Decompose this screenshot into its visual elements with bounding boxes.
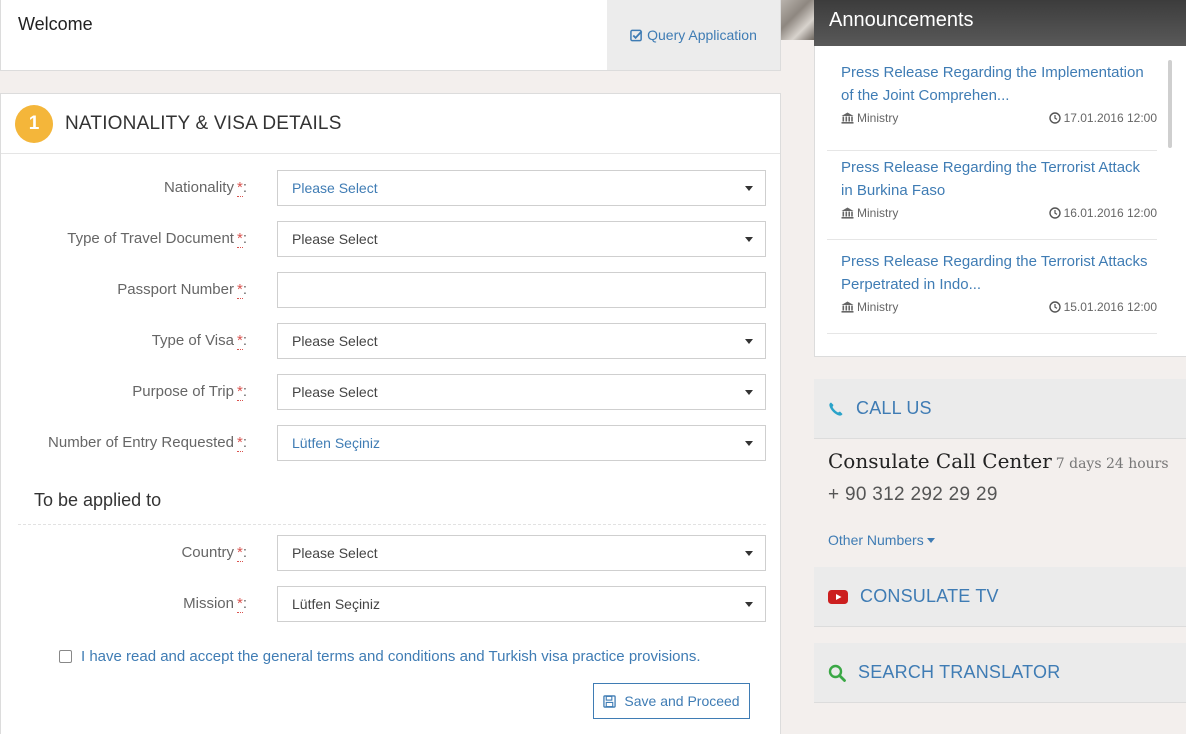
entry-count-row: Number of Entry Requested *: Lütfen Seçin… (1, 425, 782, 461)
announcement-date: 17.01.2016 12:00 (1048, 111, 1157, 125)
visa-type-row: Type of Visa *: Please Select (1, 323, 782, 359)
consulate-tv-tab[interactable]: CONSULATE TV (814, 567, 1186, 627)
phone-icon (829, 402, 843, 416)
other-numbers-link[interactable]: Other Numbers (828, 532, 935, 548)
clock-icon (1048, 112, 1061, 124)
call-center-info: Consulate Call Center 7 days 24 hours (828, 449, 1169, 473)
save-and-proceed-button[interactable]: Save and Proceed (593, 683, 750, 719)
announcement-source: Ministry (841, 300, 898, 314)
mission-label: Mission *: (183, 595, 247, 613)
chevron-down-icon (745, 390, 753, 395)
announcement-item: Press Release Regarding the Implementati… (827, 61, 1157, 151)
visa-type-select[interactable]: Please Select (277, 323, 766, 359)
save-button-label: Save and Proceed (624, 693, 740, 709)
announcements-header: Announcements (814, 0, 1186, 46)
divider (18, 524, 766, 525)
announcement-link[interactable]: Press Release Regarding the Terrorist At… (827, 250, 1157, 296)
mission-row: Mission *: Lütfen Seçiniz (1, 586, 782, 622)
terms-row: I have read and accept the general terms… (59, 648, 701, 665)
nationality-label: Nationality *: (163, 179, 247, 197)
announcements-title: Announcements (829, 9, 974, 31)
entry-count-label: Number of Entry Requested *: (48, 434, 247, 452)
check-square-icon (630, 29, 643, 41)
announcement-source: Ministry (841, 111, 898, 125)
chevron-down-icon (745, 551, 753, 556)
section-title: NATIONALITY & VISA DETAILS (65, 113, 342, 134)
scrollbar[interactable] (1168, 60, 1172, 148)
passport-number-input[interactable] (277, 272, 766, 308)
search-icon (828, 664, 846, 682)
applied-to-heading: To be applied to (34, 490, 162, 510)
visa-type-label: Type of Visa *: (151, 332, 247, 350)
search-translator-label: SEARCH TRANSLATOR (858, 662, 1061, 682)
nationality-select[interactable]: Please Select (277, 170, 766, 206)
banner-image (781, 0, 814, 40)
trip-purpose-select[interactable]: Please Select (277, 374, 766, 410)
announcement-item: Press Release Regarding the Terrorist At… (827, 250, 1157, 334)
nationality-visa-panel: 1 NATIONALITY & VISA DETAILS Nationality… (0, 93, 781, 734)
phone-number: + 90 312 292 29 29 (828, 484, 998, 505)
chevron-down-icon (745, 186, 753, 191)
announcement-link[interactable]: Press Release Regarding the Implementati… (827, 61, 1157, 107)
travel-document-row: Type of Travel Document *: Please Select (1, 221, 782, 257)
chevron-down-icon (745, 602, 753, 607)
entry-count-select[interactable]: Lütfen Seçiniz (277, 425, 766, 461)
announcement-link[interactable]: Press Release Regarding the Terrorist At… (827, 156, 1157, 202)
trip-purpose-label: Purpose of Trip *: (132, 383, 247, 401)
consulate-tv-label: CONSULATE TV (860, 586, 999, 606)
travel-document-select[interactable]: Please Select (277, 221, 766, 257)
passport-number-row: Passport Number *: (1, 272, 782, 308)
step-badge: 1 (15, 105, 53, 143)
trip-purpose-row: Purpose of Trip *: Please Select (1, 374, 782, 410)
clock-icon (1048, 301, 1061, 313)
chevron-down-icon (745, 237, 753, 242)
announcement-date: 16.01.2016 12:00 (1048, 206, 1157, 220)
clock-icon (1048, 207, 1061, 219)
country-select[interactable]: Please Select (277, 535, 766, 571)
announcement-source: Ministry (841, 206, 898, 220)
nationality-row: Nationality *: Please Select (1, 170, 782, 206)
panel-header: 1 NATIONALITY & VISA DETAILS (1, 94, 780, 154)
announcement-item: Press Release Regarding the Terrorist At… (827, 156, 1157, 240)
call-center-name: Consulate Call Center (828, 449, 1052, 473)
passport-number-label: Passport Number *: (117, 281, 247, 299)
announcements-list: Press Release Regarding the Implementati… (814, 46, 1186, 357)
chevron-down-icon (745, 339, 753, 344)
country-row: Country *: Please Select (1, 535, 782, 571)
call-center-hours: 7 days 24 hours (1055, 456, 1169, 472)
mission-select[interactable]: Lütfen Seçiniz (277, 586, 766, 622)
country-label: Country *: (181, 544, 247, 562)
query-application-label: Query Application (647, 27, 757, 43)
announcement-date: 15.01.2016 12:00 (1048, 300, 1157, 314)
call-us-label: CALL US (856, 398, 932, 418)
bank-icon (841, 112, 854, 124)
youtube-icon (828, 589, 848, 604)
terms-checkbox[interactable] (59, 650, 72, 663)
welcome-text: Welcome (18, 14, 93, 34)
caret-down-icon (926, 537, 935, 543)
chevron-down-icon (745, 441, 753, 446)
floppy-disk-icon (603, 694, 617, 708)
bank-icon (841, 207, 854, 219)
search-translator-tab[interactable]: SEARCH TRANSLATOR (814, 643, 1186, 703)
bank-icon (841, 301, 854, 313)
welcome-bar: Welcome Query Application (0, 0, 781, 71)
call-us-tab[interactable]: CALL US (814, 379, 1186, 439)
query-application-button[interactable]: Query Application (607, 0, 780, 70)
travel-document-label: Type of Travel Document *: (67, 230, 247, 248)
terms-label[interactable]: I have read and accept the general terms… (81, 648, 701, 665)
